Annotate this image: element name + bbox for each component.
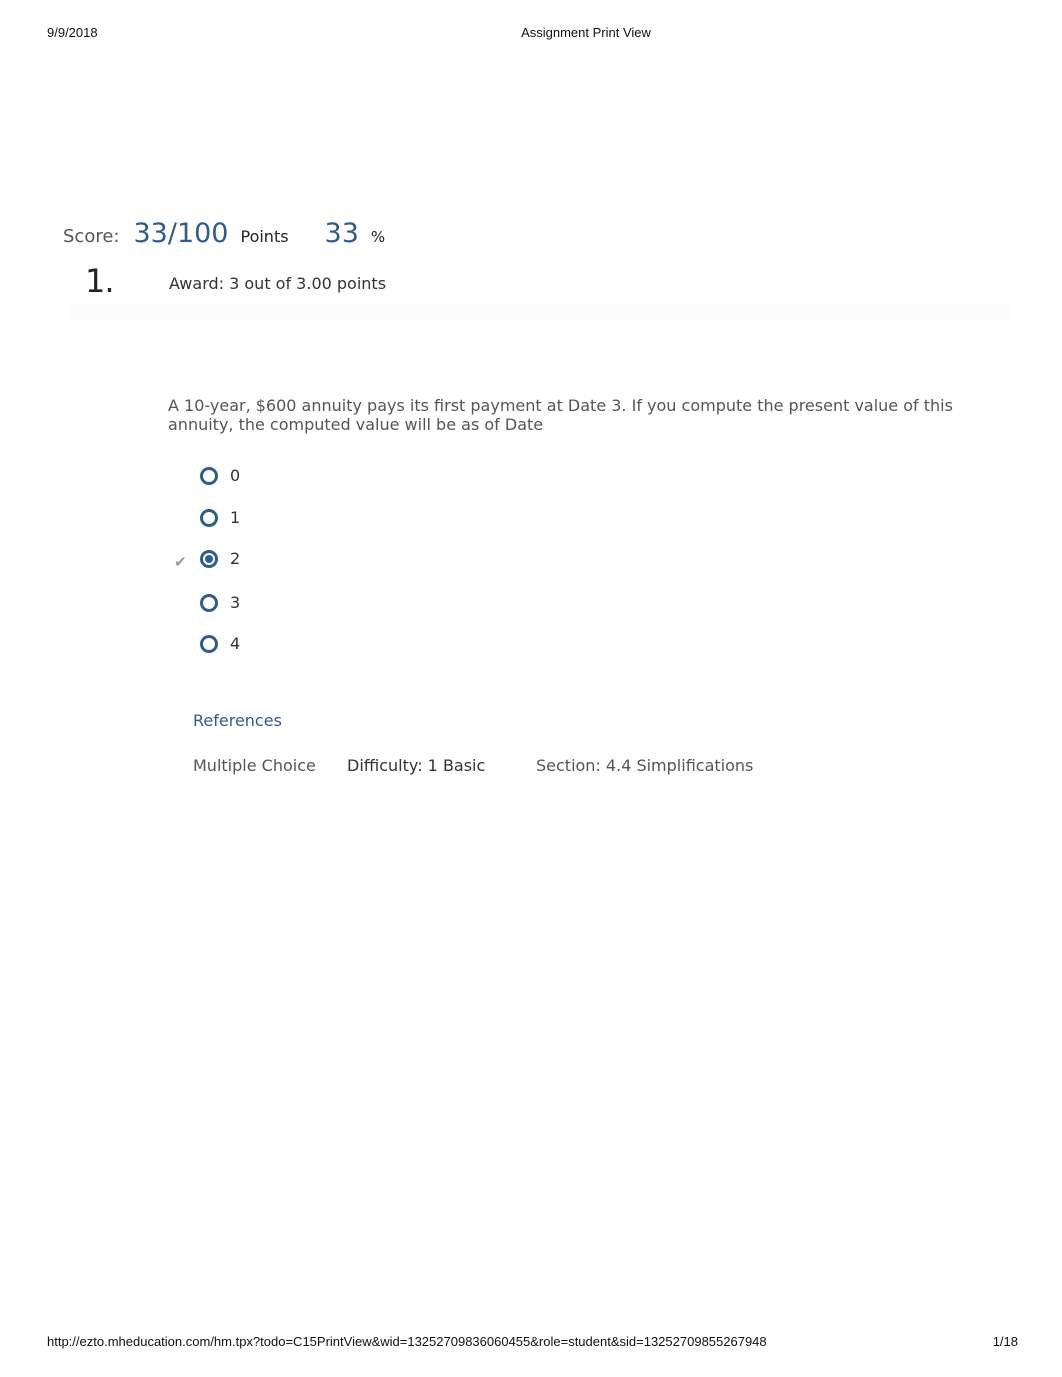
- choice-label: 1: [230, 508, 241, 527]
- print-title: Assignment Print View: [521, 25, 651, 40]
- question-difficulty: Difficulty: 1 Basic: [347, 756, 486, 775]
- checkmark-icon: ✔: [174, 554, 187, 571]
- page-number: 1/18: [992, 1334, 1018, 1349]
- question-number: 1.: [85, 262, 115, 300]
- choice-0[interactable]: 0: [200, 466, 240, 485]
- question-section: Section: 4.4 Simplifications: [536, 756, 754, 775]
- question-divider: [70, 304, 1010, 320]
- choice-label: 3: [230, 593, 241, 612]
- question-text: A 10-year, $600 annuity pays its first p…: [168, 396, 953, 434]
- choice-label: 4: [230, 634, 241, 653]
- score-summary: Score: 33/100 Points 33 %: [63, 218, 385, 249]
- choice-2[interactable]: 2: [200, 549, 240, 568]
- score-percent: 33: [324, 218, 359, 249]
- choice-1[interactable]: 1: [200, 508, 240, 527]
- radio-button-selected[interactable]: [200, 549, 218, 568]
- radio-button[interactable]: [200, 466, 218, 485]
- references-link[interactable]: References: [193, 711, 282, 730]
- choice-label: 0: [230, 466, 241, 485]
- print-url: http://ezto.mheducation.com/hm.tpx?todo=…: [47, 1334, 767, 1349]
- percent-sign: %: [370, 228, 386, 246]
- choice-3[interactable]: 3: [200, 593, 240, 612]
- choice-4[interactable]: 4: [200, 634, 240, 653]
- choice-label: 2: [230, 549, 241, 568]
- radio-button[interactable]: [200, 593, 218, 612]
- radio-button[interactable]: [200, 508, 218, 527]
- points-label: Points: [240, 227, 289, 246]
- radio-button[interactable]: [200, 634, 218, 653]
- score-value: 33/100: [133, 218, 229, 249]
- score-label: Score:: [63, 226, 120, 247]
- question-type: Multiple Choice: [193, 756, 316, 775]
- award-text: Award: 3 out of 3.00 points: [169, 274, 387, 293]
